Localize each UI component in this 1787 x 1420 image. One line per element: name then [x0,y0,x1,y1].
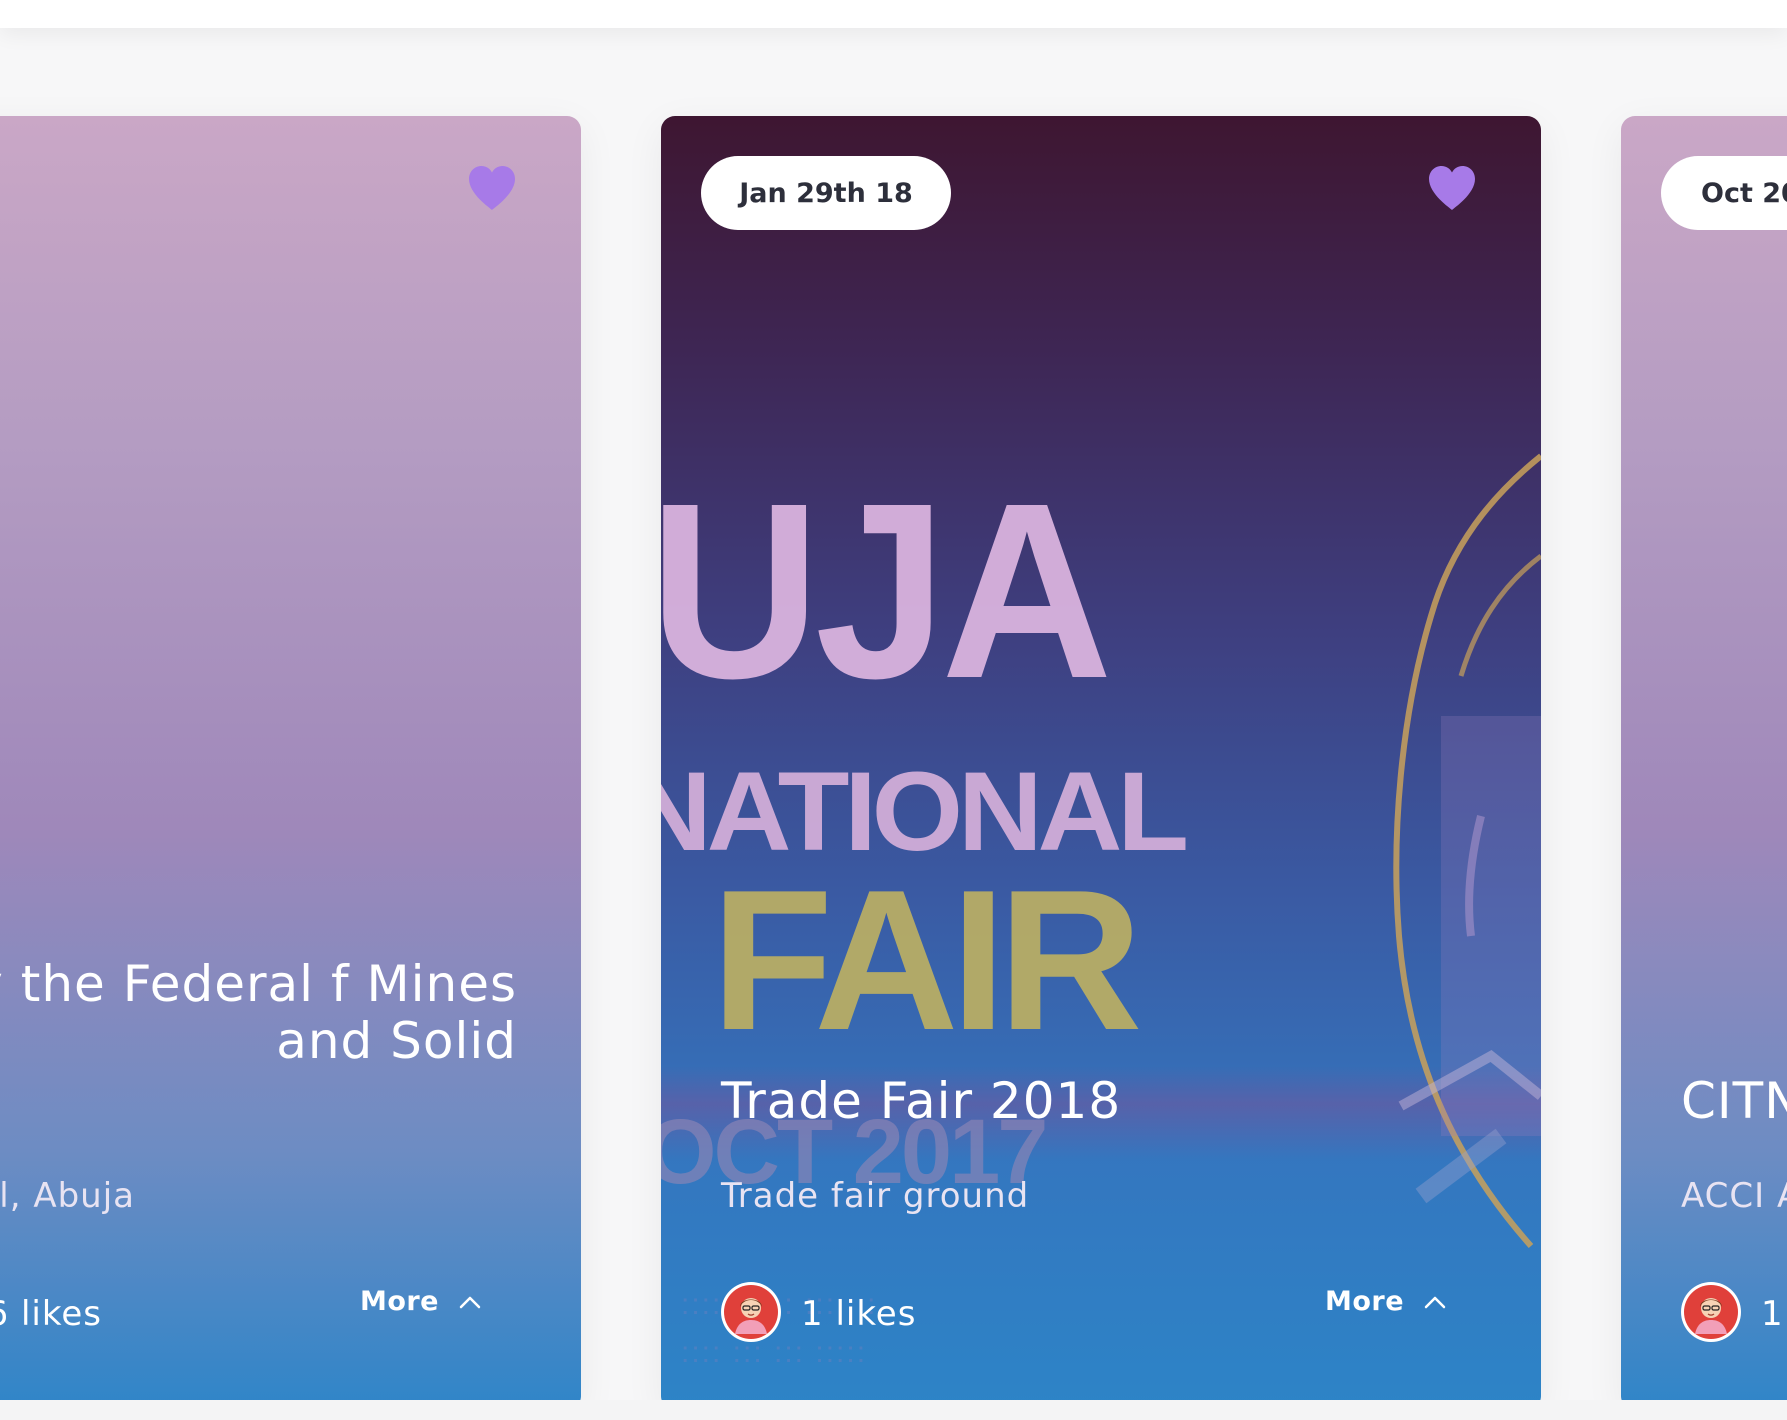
likes-count: 6 likes [0,1294,102,1334]
event-title: Trade Fair 2018 [721,1072,1122,1130]
user-avatar-icon [1684,1285,1738,1339]
event-card[interactable]: Oct 20 CITN ACCI A 1 [1621,116,1787,1410]
likes-count: 1 likes [801,1294,917,1334]
event-title: CITN [1681,1072,1787,1130]
more-button[interactable]: More [1325,1286,1446,1317]
page-footer-shadow [0,1400,1787,1420]
event-date-text: Oct 20 [1701,177,1787,209]
avatar[interactable] [721,1282,781,1342]
heart-icon[interactable] [1426,164,1478,212]
events-carousel[interactable]: anized by the Federal f Mines and Solid … [0,28,1787,1420]
avatar[interactable] [1681,1282,1741,1342]
chevron-up-icon [1424,1296,1446,1308]
event-venue: ACCI A [1681,1176,1787,1216]
event-venue: Trade fair ground [721,1176,1030,1216]
event-date-badge: Jan 29th 18 [701,156,951,230]
event-date-badge: Oct 20 [1661,156,1787,230]
event-card[interactable]: anized by the Federal f Mines and Solid … [0,116,581,1410]
user-avatar-icon [724,1285,778,1339]
heart-icon[interactable] [466,164,518,212]
more-label: More [1325,1286,1405,1317]
event-card[interactable]: UJA NATIONAL FAIR OCT 2017 :::: ::: :: :… [661,116,1541,1410]
more-label: More [359,1286,439,1317]
chevron-up-icon [459,1296,481,1308]
likes-count: 1 [1761,1294,1784,1334]
event-title: anized by the Federal f Mines and Solid [0,956,517,1070]
event-title-text: anized by the Federal f Mines and Solid [0,955,517,1070]
event-venue: el, Abuja [0,1176,135,1216]
more-button[interactable]: More [360,1286,481,1317]
top-bar [0,0,1787,28]
